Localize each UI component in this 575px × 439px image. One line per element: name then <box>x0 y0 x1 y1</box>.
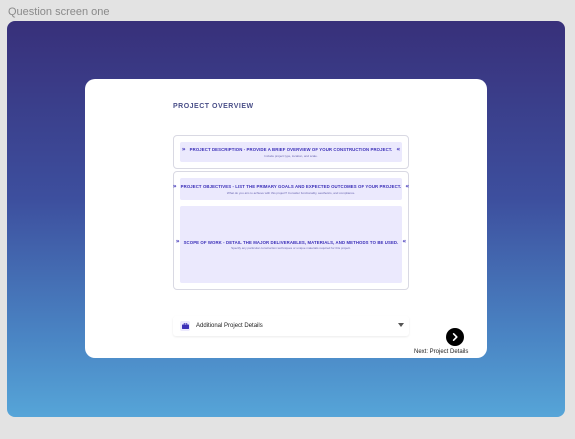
dropdown-label: Additional Project Details <box>196 323 263 329</box>
briefcase-icon <box>180 321 190 331</box>
project-overview-card: PROJECT OVERVIEW » PROJECT DESCRIPTION -… <box>85 79 487 358</box>
description-heading: PROJECT DESCRIPTION - PROVIDE A BRIEF OV… <box>189 147 393 152</box>
additional-details-dropdown[interactable]: Additional Project Details <box>173 316 409 336</box>
description-section: » PROJECT DESCRIPTION - PROVIDE A BRIEF … <box>173 135 409 169</box>
description-panel[interactable]: » PROJECT DESCRIPTION - PROVIDE A BRIEF … <box>180 142 402 162</box>
scope-heading: SCOPE OF WORK - DETAIL THE MAJOR DELIVER… <box>183 239 399 245</box>
chevron-right-icon <box>452 333 458 341</box>
chevron-down-icon[interactable] <box>398 323 404 327</box>
objectives-scope-section: » PROJECT OBJECTIVES - LIST THE PRIMARY … <box>173 171 409 290</box>
next-button[interactable] <box>446 328 464 346</box>
objectives-panel[interactable]: » PROJECT OBJECTIVES - LIST THE PRIMARY … <box>173 178 409 200</box>
question-screen-frame: PROJECT OVERVIEW » PROJECT DESCRIPTION -… <box>7 21 565 417</box>
description-subtext: Include project type, location, and scal… <box>264 153 318 158</box>
frame-label: Question screen one <box>8 6 110 18</box>
objectives-heading: PROJECT OBJECTIVES - LIST THE PRIMARY GO… <box>180 184 402 189</box>
objectives-subtext: What do you aim to achieve with this pro… <box>226 190 356 195</box>
chevrons-left-icon: « <box>396 145 401 153</box>
chevrons-right-icon: » <box>172 182 177 190</box>
chevrons-left-icon: « <box>405 182 410 190</box>
scope-panel[interactable]: » SCOPE OF WORK - DETAIL THE MAJOR DELIV… <box>176 206 406 283</box>
chevrons-left-icon: « <box>402 238 407 245</box>
next-label[interactable]: Next: Project Details <box>414 349 468 355</box>
chevrons-right-icon: » <box>175 238 180 245</box>
chevrons-right-icon: » <box>181 145 186 153</box>
scope-subtext: Specify any particular construction tech… <box>231 246 351 250</box>
page-title: PROJECT OVERVIEW <box>173 103 254 110</box>
